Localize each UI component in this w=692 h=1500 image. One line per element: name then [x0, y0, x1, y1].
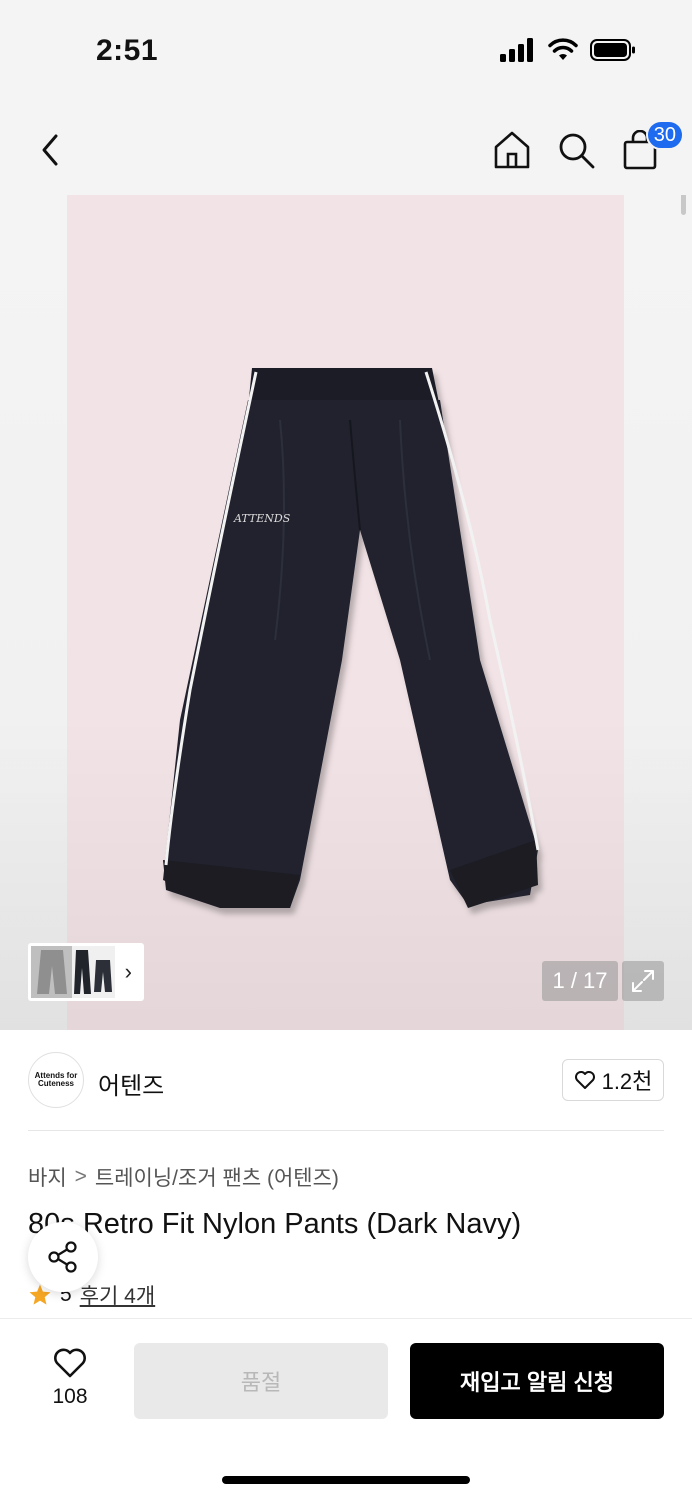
home-indicator[interactable] — [222, 1476, 470, 1484]
sold-out-button: 품절 — [134, 1343, 388, 1419]
restock-notify-button[interactable]: 재입고 알림 신청 — [410, 1343, 664, 1419]
cart-button[interactable]: 30 — [618, 120, 684, 172]
chevron-right-icon: › — [124, 959, 132, 984]
home-button[interactable] — [490, 128, 534, 172]
brand-row: Attends for Cuteness 어텐즈 1.2천 — [28, 1052, 664, 1110]
divider — [28, 1130, 664, 1131]
product-image-gallery[interactable]: ATTENDS › 1 / 17 — [0, 195, 692, 1030]
breadcrumb: 바지 > 트레이닝/조거 팬츠 (어텐즈) — [28, 1162, 339, 1192]
share-icon — [48, 1241, 77, 1273]
cart-count-badge: 30 — [645, 120, 684, 150]
signal-icon — [500, 38, 533, 62]
brand-like-count: 1.2천 — [601, 1069, 653, 1094]
product-image: ATTENDS — [163, 368, 540, 908]
breadcrumb-category[interactable]: 바지 — [28, 1162, 67, 1192]
share-button[interactable] — [28, 1222, 98, 1292]
back-button[interactable] — [28, 128, 72, 172]
chevron-left-icon — [42, 134, 58, 166]
bottom-action-bar: 108 품절 재입고 알림 신청 — [0, 1318, 692, 1500]
search-button[interactable] — [554, 128, 598, 172]
brand-like-button[interactable]: 1.2천 — [562, 1059, 664, 1101]
status-bar: 2:51 — [0, 0, 692, 100]
home-icon — [494, 131, 530, 169]
heart-icon — [574, 1071, 595, 1089]
wifi-icon — [548, 38, 578, 60]
expand-icon — [632, 970, 654, 992]
brand-logo[interactable]: Attends for Cuteness — [28, 1052, 84, 1108]
status-time: 2:51 — [96, 34, 159, 67]
thumbnail-strip[interactable]: › — [28, 943, 144, 1001]
breadcrumb-separator: > — [74, 1165, 87, 1188]
battery-icon — [590, 39, 635, 61]
page-counter: 1 / 17 — [542, 961, 618, 1001]
product-title: 80s Retro Fit Nylon Pants (Dark Navy) — [28, 1208, 522, 1240]
wishlist-button[interactable]: 108 — [40, 1347, 100, 1417]
status-icons — [500, 38, 636, 62]
heart-icon — [54, 1348, 86, 1378]
scrollbar[interactable] — [681, 195, 686, 215]
top-navigation: 30 — [0, 100, 692, 195]
expand-button[interactable] — [622, 961, 664, 1001]
search-icon — [559, 133, 595, 169]
breadcrumb-subcategory[interactable]: 트레이닝/조거 팬츠 (어텐즈) — [95, 1162, 339, 1192]
thumbnail-navy-pants[interactable] — [72, 946, 116, 998]
review-link[interactable]: 후기 4개 — [80, 1280, 155, 1310]
wishlist-count: 108 — [52, 1385, 88, 1408]
thumbnail-grey-pants[interactable] — [31, 946, 73, 998]
brand-name[interactable]: 어텐즈 — [98, 1066, 164, 1101]
product-print-text: ATTENDS — [233, 512, 291, 525]
